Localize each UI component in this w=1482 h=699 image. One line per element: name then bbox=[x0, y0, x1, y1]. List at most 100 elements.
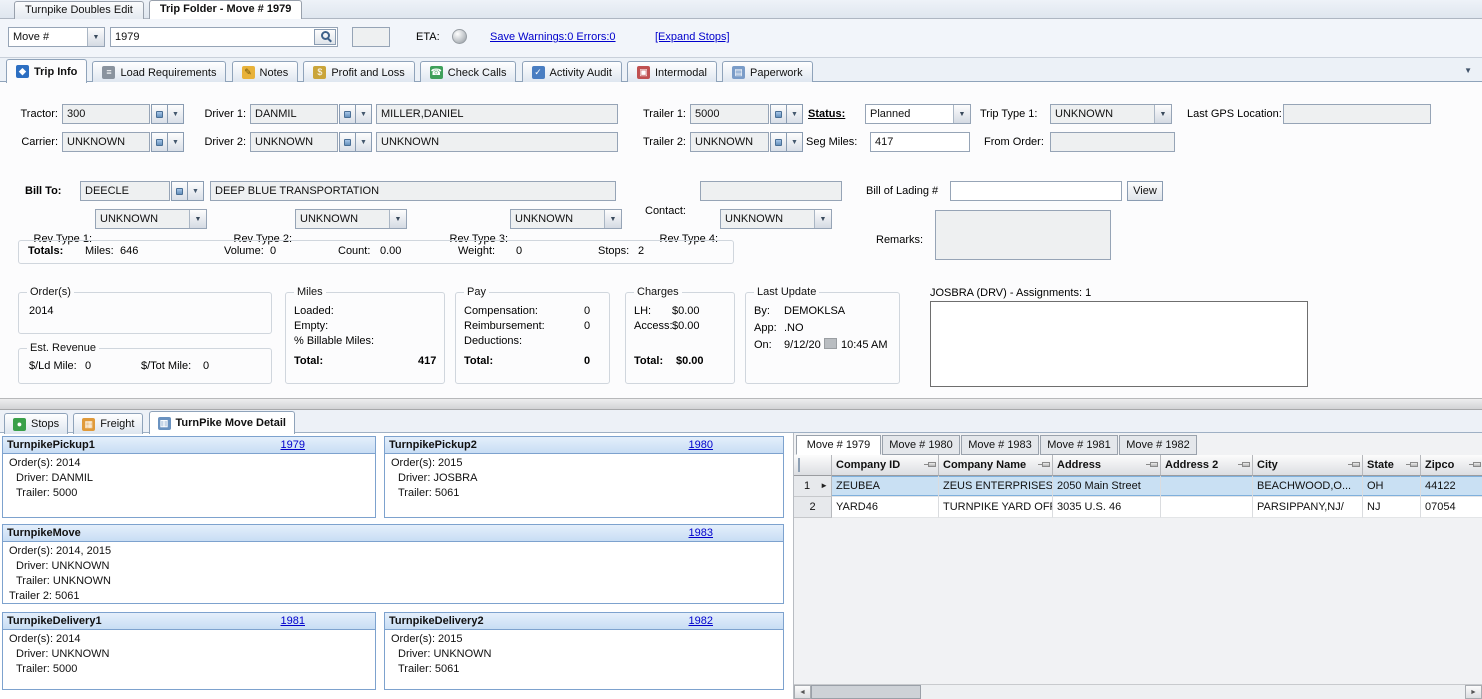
column-header-address2[interactable]: Address 2 bbox=[1161, 455, 1253, 476]
rev-type2-combo[interactable]: UNKNOWN▼ bbox=[295, 209, 407, 229]
rev-type1-combo[interactable]: UNKNOWN▼ bbox=[95, 209, 207, 229]
tractor-field[interactable]: 300 bbox=[62, 104, 150, 124]
lookup-icon[interactable] bbox=[171, 181, 188, 201]
pin-icon[interactable] bbox=[1242, 462, 1250, 467]
from-order-field[interactable] bbox=[1050, 132, 1175, 152]
lookup-icon[interactable] bbox=[339, 132, 356, 152]
column-header-company-id[interactable]: Company ID bbox=[832, 455, 939, 476]
chevron-down-icon[interactable]: ▼ bbox=[189, 210, 206, 228]
grid-tab-move-1981[interactable]: Move # 1981 bbox=[1040, 435, 1118, 455]
move-link-1980[interactable]: 1980 bbox=[689, 439, 713, 451]
field-chooser-icon[interactable] bbox=[798, 458, 800, 472]
row-header[interactable]: 2 bbox=[794, 497, 832, 518]
view-button[interactable]: View bbox=[1127, 181, 1163, 201]
pin-icon[interactable] bbox=[1150, 462, 1158, 467]
pin-icon[interactable] bbox=[1410, 462, 1418, 467]
pin-icon[interactable] bbox=[1042, 462, 1050, 467]
grid-horizontal-scrollbar[interactable]: ◄ ► bbox=[794, 684, 1482, 699]
tab-paperwork[interactable]: ▤Paperwork bbox=[722, 61, 813, 83]
grid-tab-move-1983[interactable]: Move # 1983 bbox=[961, 435, 1039, 455]
tab-intermodal[interactable]: ▣Intermodal bbox=[627, 61, 717, 83]
expand-stops-link[interactable]: [Expand Stops] bbox=[655, 31, 730, 43]
status-label[interactable]: Status: bbox=[808, 108, 845, 120]
lookup-icon[interactable] bbox=[770, 132, 787, 152]
chevron-down-icon[interactable]: ▼ bbox=[187, 181, 204, 201]
driver1-code-field[interactable]: DANMIL bbox=[250, 104, 338, 124]
cell-address2[interactable] bbox=[1161, 476, 1253, 497]
driver2-code-field[interactable]: UNKNOWN bbox=[250, 132, 338, 152]
chevron-down-icon[interactable]: ▼ bbox=[953, 105, 970, 123]
contact-field[interactable] bbox=[700, 181, 842, 201]
search-button[interactable] bbox=[314, 29, 336, 45]
scroll-right-icon[interactable]: ► bbox=[1465, 685, 1482, 699]
lookup-icon[interactable] bbox=[339, 104, 356, 124]
carrier-field[interactable]: UNKNOWN bbox=[62, 132, 150, 152]
chevron-down-icon[interactable]: ▼ bbox=[87, 28, 104, 46]
lookup-icon[interactable] bbox=[151, 132, 168, 152]
pin-icon[interactable] bbox=[1352, 462, 1360, 467]
chevron-down-icon[interactable]: ▼ bbox=[167, 132, 184, 152]
window-tab-turnpike-doubles-edit[interactable]: Turnpike Doubles Edit bbox=[14, 1, 144, 19]
trip-type1-combo[interactable]: UNKNOWN▼ bbox=[1050, 104, 1172, 124]
column-header-state[interactable]: State bbox=[1363, 455, 1421, 476]
cell-state[interactable]: OH bbox=[1363, 476, 1421, 497]
grid-tab-move-1982[interactable]: Move # 1982 bbox=[1119, 435, 1197, 455]
column-header-address[interactable]: Address bbox=[1053, 455, 1161, 476]
move-link-1981[interactable]: 1981 bbox=[281, 615, 305, 627]
grid-tab-move-1980[interactable]: Move # 1980 bbox=[882, 435, 960, 455]
trailer2-field[interactable]: UNKNOWN bbox=[690, 132, 769, 152]
tab-check-calls[interactable]: ☎Check Calls bbox=[420, 61, 517, 83]
driver2-name-field[interactable]: UNKNOWN bbox=[376, 132, 618, 152]
driver1-name-field[interactable]: MILLER,DANIEL bbox=[376, 104, 618, 124]
chevron-down-icon[interactable]: ▼ bbox=[786, 132, 803, 152]
remarks-textarea[interactable] bbox=[935, 210, 1111, 260]
cell-company-name[interactable]: ZEUS ENTERPRISES bbox=[939, 476, 1053, 497]
cell-company-name[interactable]: TURNPIKE YARD OFF... bbox=[939, 497, 1053, 518]
chevron-down-icon[interactable]: ▼ bbox=[355, 132, 372, 152]
rev-type4-combo[interactable]: UNKNOWN▼ bbox=[720, 209, 832, 229]
scroll-left-icon[interactable]: ◄ bbox=[794, 685, 811, 699]
cell-zipcode[interactable]: 44122 bbox=[1421, 476, 1482, 497]
chevron-down-icon[interactable]: ▼ bbox=[1154, 105, 1171, 123]
column-header-company-name[interactable]: Company Name bbox=[939, 455, 1053, 476]
search-type-combo[interactable]: Move # ▼ bbox=[8, 27, 105, 47]
tab-freight[interactable]: ▦Freight bbox=[73, 413, 143, 434]
window-tab-trip-folder[interactable]: Trip Folder - Move # 1979 bbox=[149, 0, 302, 19]
status-combo[interactable]: Planned▼ bbox=[865, 104, 971, 124]
tab-load-requirements[interactable]: ≡Load Requirements bbox=[92, 61, 226, 83]
chevron-down-icon[interactable]: ▼ bbox=[604, 210, 621, 228]
tab-turnpike-move-detail[interactable]: ▥TurnPike Move Detail bbox=[149, 411, 295, 434]
chevron-down-icon[interactable]: ▼ bbox=[814, 210, 831, 228]
chevron-down-icon[interactable]: ▼ bbox=[355, 104, 372, 124]
horizontal-splitter[interactable] bbox=[0, 398, 1482, 410]
cell-address[interactable]: 2050 Main Street bbox=[1053, 476, 1161, 497]
lookup-icon[interactable] bbox=[151, 104, 168, 124]
row-header[interactable]: 1► bbox=[794, 476, 832, 497]
bill-to-name-field[interactable]: DEEP BLUE TRANSPORTATION bbox=[210, 181, 616, 201]
move-number-input[interactable]: 1979 bbox=[110, 27, 338, 47]
cell-city[interactable]: PARSIPPANY,NJ/ bbox=[1253, 497, 1363, 518]
cell-address[interactable]: 3035 U.S. 46 bbox=[1053, 497, 1161, 518]
seg-miles-field[interactable]: 417 bbox=[870, 132, 970, 152]
tab-activity-audit[interactable]: ✓Activity Audit bbox=[522, 61, 622, 83]
chevron-down-icon[interactable]: ▼ bbox=[786, 104, 803, 124]
move-link-1979[interactable]: 1979 bbox=[281, 439, 305, 451]
cell-state[interactable]: NJ bbox=[1363, 497, 1421, 518]
chevron-down-icon[interactable]: ▼ bbox=[389, 210, 406, 228]
bol-field[interactable] bbox=[950, 181, 1122, 201]
pin-icon[interactable] bbox=[1473, 462, 1481, 467]
grid-tab-move-1979[interactable]: Move # 1979 bbox=[796, 435, 881, 455]
lookup-icon[interactable] bbox=[770, 104, 787, 124]
column-header-zipcode[interactable]: Zipco bbox=[1421, 455, 1482, 476]
bill-to-code-field[interactable]: DEECLE bbox=[80, 181, 170, 201]
cell-company-id[interactable]: ZEUBEA bbox=[832, 476, 939, 497]
tab-notes[interactable]: ✎Notes bbox=[232, 61, 299, 83]
move-link-1982[interactable]: 1982 bbox=[689, 615, 713, 627]
pin-icon[interactable] bbox=[928, 462, 936, 467]
tab-profit-and-loss[interactable]: $Profit and Loss bbox=[303, 61, 414, 83]
last-gps-field[interactable] bbox=[1283, 104, 1431, 124]
save-warnings-link[interactable]: Save Warnings:0 Errors:0 bbox=[490, 31, 616, 43]
move-link-1983[interactable]: 1983 bbox=[689, 527, 713, 539]
tab-trip-info[interactable]: ◆Trip Info bbox=[6, 59, 87, 83]
cell-city[interactable]: BEACHWOOD,O... bbox=[1253, 476, 1363, 497]
